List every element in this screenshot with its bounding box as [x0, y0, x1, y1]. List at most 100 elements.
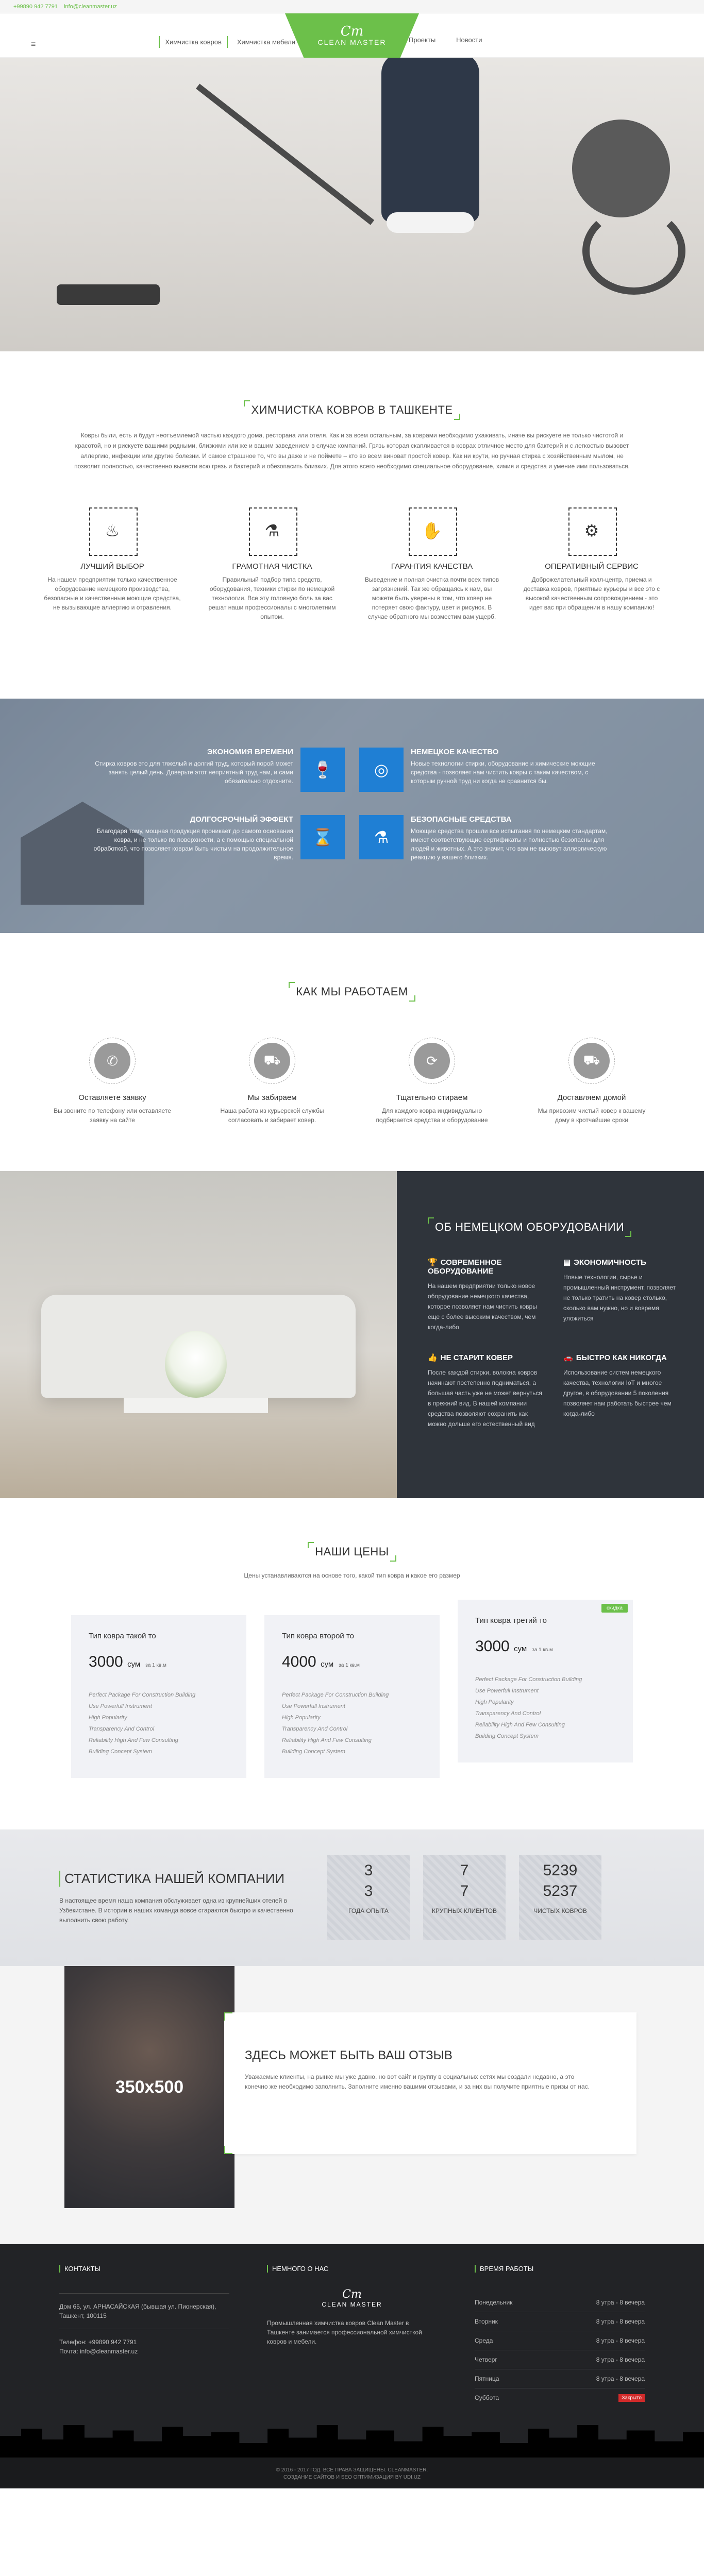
footer-email[interactable]: Почта: info@cleanmaster.uz: [59, 2347, 229, 2356]
logo-mark: Cm: [340, 24, 364, 39]
price-unit: за 1 кв.м: [145, 1663, 166, 1668]
price-card[interactable]: Тип ковра второй то 4000 сум за 1 кв.м Pe…: [264, 1615, 440, 1778]
benefit-item: ⌛ Долгосрочный эффект Благодаря тому, мощ…: [93, 815, 352, 862]
topbar-phone[interactable]: +99890 942 7791: [13, 4, 58, 10]
stats-section: Статистика нашей компании В настоящее вр…: [0, 1829, 704, 1966]
equipment-item-text: Новые технологии, сырье и промышленный и…: [563, 1274, 676, 1322]
car-icon: 🚗: [563, 1353, 573, 1362]
benefit-text: Благодаря тому, мощная продукция проника…: [93, 827, 293, 861]
nav-item-carpets[interactable]: Химчистка ковров: [159, 36, 228, 48]
footer-logo[interactable]: Cm CLEAN MASTER: [267, 2288, 437, 2308]
phone-icon: ✆: [94, 1043, 130, 1079]
feature-item: ⚙ Оперативный сервис Доброжелательный ко…: [522, 507, 661, 621]
feature-title: Грамотная чистка: [232, 562, 312, 571]
gear-icon: ⚙: [568, 507, 617, 556]
hourglass-icon: ⌛: [300, 815, 345, 859]
person-shoe: [387, 212, 474, 233]
nav-item-news[interactable]: Новости: [456, 36, 482, 44]
footer-hours-title: Время работы: [475, 2265, 645, 2273]
price-feature: Transparency And Control: [282, 1726, 348, 1732]
discount-badge: скидка: [601, 1604, 628, 1613]
developer-credit[interactable]: СОЗДАНИЕ САЙТОВ И SEO ОПТИМИЗАЦИЯ BY UDI…: [0, 2474, 704, 2481]
price-card-featured[interactable]: скидка Тип ковра третий то 3000 сум за 1 …: [458, 1600, 633, 1762]
price-feature: Perfect Package For Construction Buildin…: [475, 1676, 582, 1683]
equipment-item: 🚗 Быстро как никогда Использование систем…: [563, 1353, 678, 1429]
equipment-item-title: Быстро как никогда: [576, 1353, 667, 1362]
price-feature: Perfect Package For Construction Buildin…: [282, 1692, 389, 1698]
price-feature: Building Concept System: [475, 1733, 539, 1739]
price-feature: Use Powerfull Instrument: [282, 1703, 345, 1709]
price-feature: Reliability High And Few Consulting: [89, 1737, 178, 1743]
glass-icon: 🍷: [300, 748, 345, 792]
price-features: Perfect Package For Construction Buildin…: [475, 1674, 615, 1742]
footer-about: Немного о нас Cm CLEAN MASTER Промышленн…: [267, 2265, 437, 2408]
footer-hours: Время работы Понедельник 8 утра - 8 вечер…: [475, 2265, 645, 2408]
nav-item-furniture[interactable]: Химчистка мебели: [237, 38, 295, 46]
price-currency: сум: [321, 1660, 334, 1669]
price-card[interactable]: Тип ковра такой то 3000 сум за 1 кв.м Per…: [71, 1615, 246, 1778]
footer-logo-mark: Cm: [342, 2288, 362, 2301]
step-item: ⛟ Доставляем домой Мы привозим чистый ко…: [532, 1038, 651, 1125]
benefits-grid: 🍷 Экономия времени Стирка ковров это для …: [93, 748, 611, 862]
topbar-email[interactable]: info@cleanmaster.uz: [64, 4, 117, 10]
price-card-title: Тип ковра второй то: [282, 1632, 355, 1640]
stat-label: крупных клиентов: [432, 1907, 497, 1914]
reviewer-photo: 350x500: [64, 1966, 234, 2208]
price-unit: за 1 кв.м: [339, 1663, 360, 1668]
step-item: ⛟ Мы забираем Наша работа из курьерской …: [213, 1038, 331, 1125]
feature-item: ♨ Лучший выбор На нашем предприятии толь…: [43, 507, 182, 621]
aperture-icon: ◎: [359, 748, 404, 792]
prices-title: Наши цены: [308, 1542, 397, 1562]
footer-contacts: Контакты Дом 65, ул. АРНАСАЙСКАЯ (бывшая…: [59, 2265, 229, 2408]
footer-about-title: Немного о нас: [267, 2265, 437, 2273]
prices-section: Наши цены Цены устанавливаются на основе…: [0, 1498, 704, 1829]
hours-day: Среда: [475, 2337, 493, 2344]
hours-row: Суббота Закрыто: [475, 2388, 645, 2408]
price-feature: High Popularity: [282, 1715, 321, 1721]
site-logo[interactable]: Cm CLEAN MASTER: [285, 13, 419, 58]
stats-list: 3 3 Года опыта 7 7 крупных клиентов 5239…: [327, 1855, 601, 1940]
step-title: Доставляем домой: [557, 1093, 626, 1102]
footer-phone[interactable]: Телефон: +99890 942 7791: [59, 2337, 229, 2347]
benefit-item: ◎ Немецкое качество Новые технологии стир…: [352, 748, 611, 792]
table-shape: [124, 1398, 268, 1413]
stats-text: В настоящее время наша компания обслужив…: [59, 1896, 293, 1924]
top-bar: +99890 942 7791 info@cleanmaster.uz: [0, 0, 704, 13]
steps-list: ✆ Оставляете заявку Вы звоните по телефо…: [0, 1038, 704, 1125]
price-currency: сум: [514, 1645, 527, 1653]
equipment-item: 👍 Не старит ковер После каждой стирки, во…: [428, 1353, 543, 1429]
footer-about-text: Промышленная химчистка ковров Clean Mast…: [267, 2319, 422, 2345]
equipment-section: Об немецком оборудовании 🏆 Современное об…: [0, 1171, 704, 1498]
review-card: Здесь может быть ваш отзыв Уважаемые кли…: [224, 2012, 636, 2154]
nav-item-projects[interactable]: Проекты: [409, 36, 435, 44]
hand-check-icon: ✋: [409, 507, 457, 556]
flask-icon: ⚗: [359, 815, 404, 859]
price-features: Perfect Package For Construction Buildin…: [89, 1689, 229, 1757]
menu-icon[interactable]: ≡: [31, 40, 36, 49]
flask-icon: ⚗: [249, 507, 297, 556]
step-text: Мы привозим чистый ковер к вашему дому в…: [538, 1107, 646, 1124]
price-cards: Тип ковра такой то 3000 сум за 1 кв.м Per…: [0, 1600, 704, 1778]
stat-number: 5237: [543, 1883, 578, 1900]
price-feature: Perfect Package For Construction Buildin…: [89, 1692, 196, 1698]
review-title: Здесь может быть ваш отзыв: [245, 2048, 452, 2062]
equipment-item-text: Использование систем немецкого качества,…: [563, 1369, 672, 1417]
equipment-panel: Об немецком оборудовании 🏆 Современное об…: [397, 1171, 704, 1498]
stats-title: Статистика нашей компании: [59, 1870, 307, 1887]
stat-item: 3 3 Года опыта: [327, 1855, 410, 1940]
equipment-item: 🏆 Современное оборудование На нашем предп…: [428, 1258, 543, 1332]
price-feature: High Popularity: [89, 1715, 127, 1721]
stat-item: 5239 5237 чистых ковров: [519, 1855, 601, 1940]
hours-day: Пятница: [475, 2375, 499, 2382]
step-title: Мы забираем: [247, 1093, 297, 1102]
stat-number: 5239: [543, 1862, 578, 1879]
photo-placeholder-label: 350x500: [115, 2077, 184, 2097]
stat-label: Года опыта: [348, 1907, 389, 1914]
hours-time: 8 утра - 8 вечера: [596, 2318, 645, 2325]
feature-title: Оперативный сервис: [545, 562, 639, 571]
benefit-text: Стирка ковров это для тяжелый и долгий т…: [95, 760, 293, 785]
hero-image: [0, 58, 704, 351]
hours-time: 8 утра - 8 вечера: [596, 2337, 645, 2344]
equipment-item: ▤ Экономичность Новые технологии, сырье и…: [563, 1258, 678, 1332]
delivery-icon: ⛟: [574, 1043, 610, 1079]
